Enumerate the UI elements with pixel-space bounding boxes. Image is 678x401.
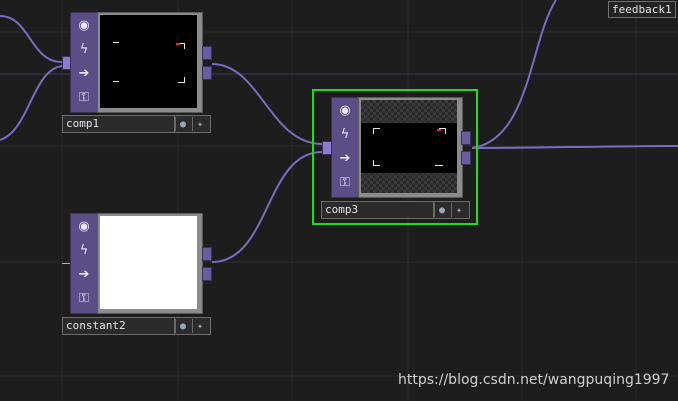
pass-through-icon[interactable]: ➔ bbox=[74, 63, 94, 83]
display-flag-icon[interactable]: ● bbox=[175, 319, 190, 333]
corner-mark bbox=[178, 77, 185, 83]
pass-through-icon[interactable]: ➔ bbox=[74, 264, 94, 284]
output-connector[interactable] bbox=[202, 46, 212, 60]
node-viewer[interactable] bbox=[100, 15, 197, 108]
output-connector[interactable] bbox=[202, 66, 212, 80]
render-flag-icon[interactable]: ✦ bbox=[192, 319, 207, 333]
node-flags: ● ✦ bbox=[175, 115, 211, 133]
output-connector[interactable] bbox=[202, 247, 212, 261]
wire-comp1-to-comp3 bbox=[211, 63, 323, 145]
node-name: constant2 bbox=[66, 319, 126, 332]
selection-highlight bbox=[312, 89, 478, 225]
corner-mark bbox=[113, 42, 119, 43]
viewer-toggle-icon[interactable]: ◉ bbox=[74, 15, 94, 35]
cook-icon[interactable]: ϟ bbox=[74, 39, 94, 59]
wire-constant2-to-comp3 bbox=[211, 151, 323, 263]
lock-icon[interactable]: ⚿ bbox=[74, 288, 94, 308]
network-editor[interactable]: ◉ ϟ ➔ ⚿ comp1 ● ✦ ◉ ϟ ➔ ⚿ comp3 ● ✦ ◉ ϟ … bbox=[0, 0, 678, 401]
viewer-toggle-icon[interactable]: ◉ bbox=[74, 216, 94, 236]
output-connector[interactable] bbox=[202, 267, 212, 281]
node-name: comp1 bbox=[66, 117, 100, 130]
cook-icon[interactable]: ϟ bbox=[74, 240, 94, 260]
lock-icon[interactable]: ⚿ bbox=[74, 87, 94, 107]
watermark-text: https://blog.csdn.net/wangpuqing1997 bbox=[398, 372, 670, 388]
node-viewer[interactable] bbox=[100, 216, 197, 309]
display-flag-icon[interactable]: ● bbox=[175, 117, 190, 131]
node-side-bar: ◉ ϟ ➔ ⚿ bbox=[70, 12, 98, 113]
node-comp1[interactable]: ◉ ϟ ➔ ⚿ comp1 ● ✦ bbox=[52, 12, 222, 134]
node-flags: ● ✦ bbox=[175, 317, 211, 335]
node-constant2[interactable]: ◉ ϟ ➔ ⚿ constant2 ● ✦ bbox=[52, 213, 222, 335]
render-flag-icon[interactable]: ✦ bbox=[192, 117, 207, 131]
red-marker bbox=[176, 43, 180, 45]
node-side-bar: ◉ ϟ ➔ ⚿ bbox=[70, 213, 98, 314]
node-name-field[interactable]: comp1 bbox=[62, 115, 175, 133]
corner-mark bbox=[113, 81, 119, 82]
wire-comp3-output bbox=[471, 145, 678, 149]
node-name-field[interactable]: constant2 bbox=[62, 317, 175, 335]
wire-comp3-to-feedback1 bbox=[471, 0, 557, 149]
node-feedback1-label[interactable]: feedback1 bbox=[608, 1, 676, 18]
